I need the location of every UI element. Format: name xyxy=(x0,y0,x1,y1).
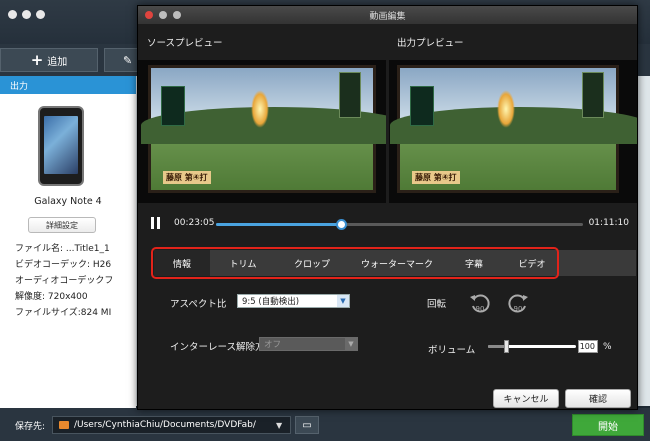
edit-video-button[interactable]: ✎ xyxy=(104,48,140,72)
source-video-frame: 藤原 第④打 xyxy=(141,65,386,193)
rotate-label: 回転 xyxy=(427,299,447,310)
source-preview-label: ソースプレビュー xyxy=(147,38,223,49)
device-sidebar: Galaxy Note 4 詳細設定 ファイル名: ...Title1_1 ビデ… xyxy=(0,94,136,408)
phone-icon xyxy=(38,106,84,186)
output-caption: 藤原 第④打 xyxy=(412,171,460,184)
folder-icon xyxy=(59,421,69,429)
output-tab[interactable]: 出力 xyxy=(0,76,136,94)
rotate-right-value: 90 xyxy=(514,305,523,313)
dropdown-arrow-icon: ▼ xyxy=(276,420,283,430)
cancel-button[interactable]: キャンセル xyxy=(493,389,559,408)
rotate-left-value: 90 xyxy=(476,305,485,313)
chevron-down-icon: ▼ xyxy=(337,295,349,307)
edit-icon: ✎ xyxy=(123,53,133,67)
tabs-highlight-frame xyxy=(151,247,559,279)
volume-input[interactable]: 100 xyxy=(578,340,598,353)
total-time: 01:11:10 xyxy=(588,218,629,228)
deinterlace-select[interactable]: オフ ▼ xyxy=(259,337,358,351)
device-name: Galaxy Note 4 xyxy=(34,196,102,207)
output-tab-label: 出力 xyxy=(10,82,29,92)
aspect-ratio-value: 9:5 (自動検出) xyxy=(242,297,300,307)
rotate-left-icon[interactable]: 90 xyxy=(468,291,492,315)
deinterlace-value: オフ xyxy=(264,340,282,350)
volume-slider[interactable] xyxy=(488,340,576,353)
info-audio-codec: オーディオコーデックフ xyxy=(15,276,114,286)
add-button-label: 追加 xyxy=(47,56,68,68)
aspect-ratio-label: アスペクト比 xyxy=(170,299,227,310)
source-caption: 藤原 第④打 xyxy=(163,171,211,184)
rotate-right-icon[interactable]: 90 xyxy=(506,291,530,315)
current-time: 00:23:05 xyxy=(174,218,215,228)
info-video-codec: ビデオコーデック: H26 xyxy=(15,260,112,270)
confirm-button[interactable]: 確認 xyxy=(565,389,631,408)
pause-icon[interactable] xyxy=(151,217,161,229)
info-filename: ファイル名: ...Title1_1 xyxy=(15,244,110,254)
info-file-size: ファイルサイズ:824 MI xyxy=(15,308,112,318)
info-resolution: 解像度: 720x400 xyxy=(15,292,88,302)
start-button[interactable]: 開始 xyxy=(572,414,644,436)
dialog-title: 動画編集 xyxy=(369,12,406,22)
source-preview: 藤原 第④打 xyxy=(138,60,386,203)
output-preview-label: 出力プレビュー xyxy=(397,38,464,49)
plus-icon: + xyxy=(30,51,44,69)
seek-slider[interactable] xyxy=(216,219,583,230)
seek-progress xyxy=(216,223,341,226)
details-settings-button[interactable]: 詳細設定 xyxy=(28,217,96,233)
output-video-frame: 藤原 第④打 xyxy=(390,65,637,193)
close-window-button[interactable] xyxy=(8,10,17,19)
save-path-dropdown[interactable]: /Users/CynthiaChiu/Documents/DVDFab/ ▼ xyxy=(52,416,291,434)
browse-folder-button[interactable]: ▭ xyxy=(295,416,319,434)
minimize-window-button[interactable] xyxy=(22,10,31,19)
video-edit-dialog: 動画編集 ソースプレビュー 出力プレビュー 藤原 第④打 藤原 第④打 00:2… xyxy=(137,5,638,410)
volume-unit: % xyxy=(603,342,612,352)
chevron-down-icon: ▼ xyxy=(345,338,357,350)
volume-thumb[interactable] xyxy=(503,340,509,353)
deinterlace-label: インターレース解除方: xyxy=(170,342,268,353)
volume-label: ボリューム xyxy=(428,345,476,356)
playback-bar: 00:23:05 01:11:10 xyxy=(138,214,637,236)
add-button[interactable]: + 追加 xyxy=(0,48,98,72)
save-path-text: /Users/CynthiaChiu/Documents/DVDFab/ xyxy=(74,420,256,430)
zoom-window-button[interactable] xyxy=(36,10,45,19)
save-location-label: 保存先: xyxy=(15,422,46,432)
dialog-titlebar: 動画編集 xyxy=(138,6,637,24)
aspect-ratio-select[interactable]: 9:5 (自動検出) ▼ xyxy=(237,294,350,308)
folder-open-icon: ▭ xyxy=(302,419,312,431)
seek-thumb[interactable] xyxy=(335,219,347,230)
output-preview: 藤原 第④打 xyxy=(389,60,637,203)
